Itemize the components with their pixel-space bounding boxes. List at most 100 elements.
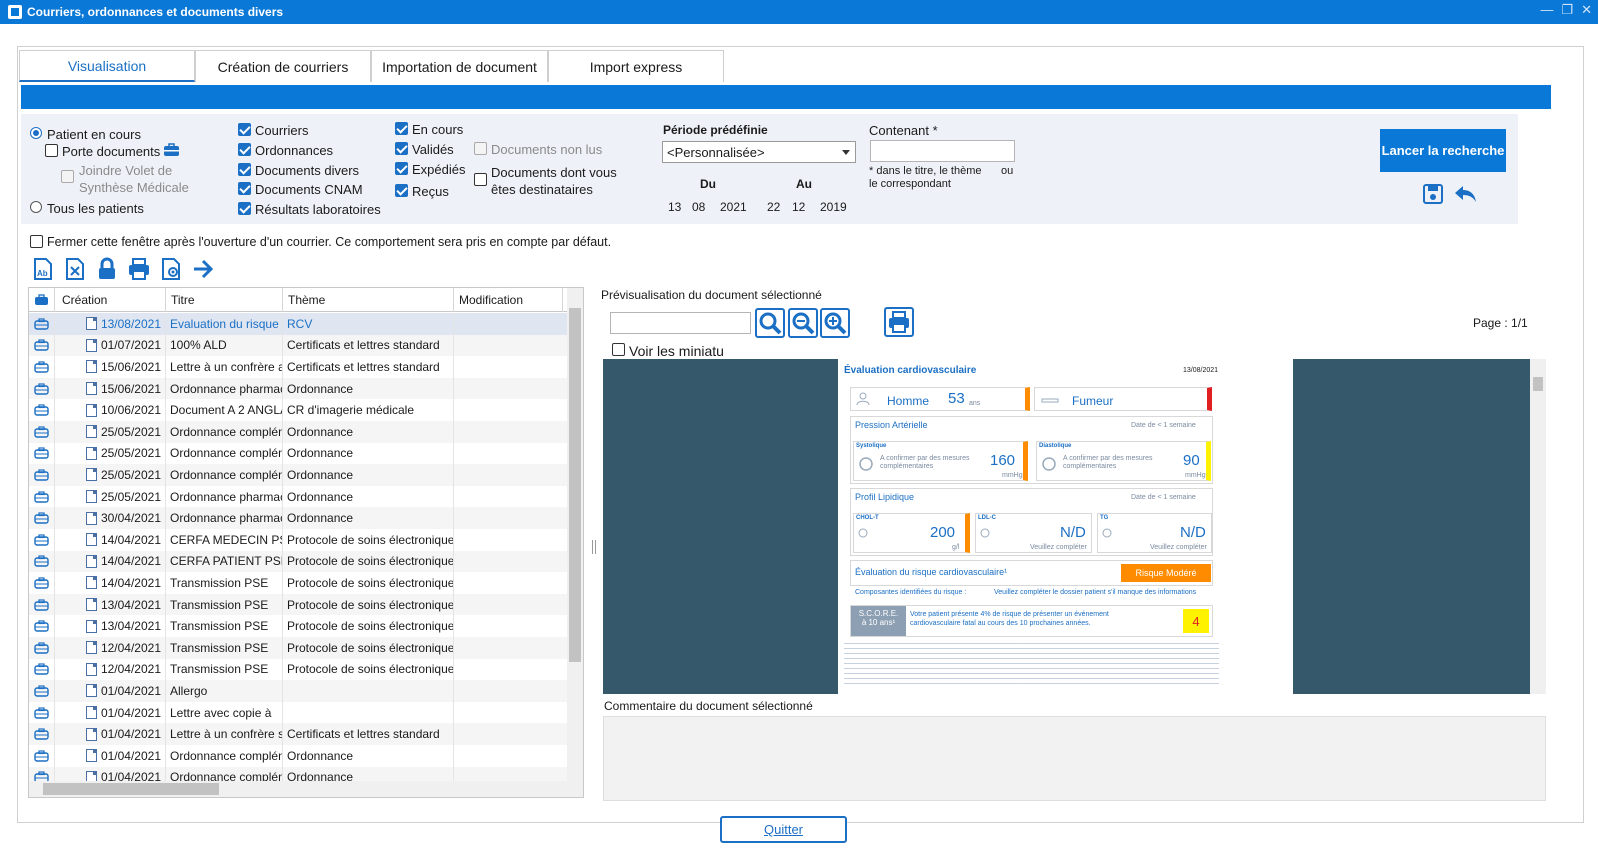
radio-all-patients[interactable] <box>30 201 42 216</box>
zoom-out-icon[interactable] <box>788 308 818 338</box>
table-row[interactable]: 30/04/2021 Ordonnance pharmace...Ordonnan… <box>29 507 569 529</box>
grid-vertical-scroll-thumb[interactable] <box>569 308 581 662</box>
briefcase-icon[interactable] <box>29 529 55 551</box>
preview-search-input[interactable] <box>610 312 751 334</box>
table-row[interactable]: 01/04/2021 Lettre avec copie à <box>29 701 569 724</box>
table-row[interactable]: 13/04/2021 Transmission PSE Protocole de s… <box>29 615 569 637</box>
period-select[interactable]: <Personnalisée> <box>662 141 856 163</box>
grid-horizontal-scrollbar[interactable] <box>29 781 583 797</box>
zoom-fit-icon[interactable] <box>755 308 785 338</box>
briefcase-icon[interactable] <box>29 442 55 465</box>
column-header-modification[interactable]: Modification <box>454 288 563 312</box>
table-row[interactable]: 01/07/2021 100% ALD Certificats et lettres… <box>29 334 569 357</box>
column-header-creation[interactable]: Création <box>57 288 166 312</box>
lock-icon[interactable] <box>95 257 119 281</box>
table-row[interactable]: 15/06/2021 Lettre à un confrère au...Cert… <box>29 356 569 378</box>
checkbox-recus[interactable] <box>395 184 408 200</box>
print-icon[interactable] <box>127 257 151 281</box>
briefcase-icon[interactable] <box>29 615 55 637</box>
tab-importation-document[interactable]: Importation de document <box>371 50 548 82</box>
undo-arrow-icon[interactable] <box>1453 183 1479 205</box>
minimize-icon[interactable]: — <box>1540 2 1553 18</box>
checkbox-expedies[interactable] <box>395 162 408 178</box>
grid-horizontal-scroll-thumb[interactable] <box>43 783 219 795</box>
table-row[interactable]: 12/04/2021 Transmission PSE Protocole de s… <box>29 658 569 681</box>
briefcase-icon[interactable] <box>29 550 55 573</box>
checkbox-joindre-volet[interactable] <box>61 170 74 186</box>
table-row[interactable]: 14/04/2021 Transmission PSE Protocole de s… <box>29 572 569 594</box>
radio-patient-current[interactable] <box>30 127 42 142</box>
checkbox-close-after-open[interactable] <box>30 235 43 251</box>
checkbox-en-cours[interactable] <box>395 122 408 138</box>
briefcase-icon[interactable] <box>29 421 55 443</box>
briefcase-icon[interactable] <box>29 334 55 357</box>
table-row[interactable]: 12/04/2021 Transmission PSE Protocole de s… <box>29 637 569 659</box>
table-row[interactable]: 25/05/2021 Ordonnance compléme...Ordonnan… <box>29 421 569 443</box>
briefcase-icon[interactable] <box>29 572 55 594</box>
briefcase-icon[interactable] <box>29 745 55 767</box>
briefcase-icon[interactable] <box>29 593 55 616</box>
preview-icon[interactable] <box>159 257 183 281</box>
briefcase-icon[interactable] <box>29 680 55 702</box>
checkbox-ordonnances[interactable] <box>238 143 251 159</box>
briefcase-icon[interactable] <box>29 313 55 335</box>
checkbox-destinataires[interactable] <box>474 173 487 189</box>
contenant-input[interactable] <box>870 140 1015 162</box>
checkbox-courriers[interactable] <box>238 123 251 139</box>
table-row[interactable]: 13/08/2021 Evaluation du risque c...RCV <box>29 313 569 335</box>
comment-textarea[interactable] <box>603 716 1546 801</box>
briefcase-icon[interactable] <box>163 143 180 157</box>
save-icon[interactable] <box>1422 183 1444 205</box>
table-row[interactable]: 15/06/2021 Ordonnance pharmace...Ordonnan… <box>29 377 569 400</box>
checkbox-resultats-labo[interactable] <box>238 202 251 218</box>
checkbox-documents-divers[interactable] <box>238 163 251 179</box>
briefcase-icon[interactable] <box>29 356 55 378</box>
column-header-theme[interactable]: Thème <box>283 288 454 312</box>
preview-scroll-thumb[interactable] <box>1533 377 1543 391</box>
table-row[interactable]: 25/05/2021 Ordonnance compléme...Ordonnan… <box>29 464 569 486</box>
du-year[interactable]: 2021 <box>720 200 747 214</box>
briefcase-icon[interactable] <box>29 377 55 400</box>
briefcase-icon[interactable] <box>29 485 55 508</box>
au-month[interactable]: 12 <box>792 200 805 214</box>
table-row[interactable]: 01/04/2021 Ordonnance compléme...Ordonnan… <box>29 745 569 767</box>
briefcase-icon[interactable] <box>29 658 55 681</box>
briefcase-icon[interactable] <box>29 701 55 724</box>
table-row[interactable]: 25/05/2021 Ordonnance compléme...Ordonnan… <box>29 442 569 465</box>
tab-visualisation[interactable]: Visualisation <box>19 50 195 82</box>
tab-creation-courriers[interactable]: Création de courriers <box>195 50 371 82</box>
checkbox-porte-documents[interactable] <box>45 144 58 160</box>
grid-vertical-scrollbar[interactable] <box>567 288 583 782</box>
checkbox-valides[interactable] <box>395 142 408 158</box>
preview-print-icon[interactable] <box>884 307 914 337</box>
search-button[interactable]: Lancer la recherche <box>1380 129 1506 172</box>
briefcase-icon[interactable] <box>29 464 55 486</box>
close-icon[interactable]: ✕ <box>1581 2 1592 18</box>
delete-document-icon[interactable] <box>63 257 87 281</box>
restore-icon[interactable]: ❐ <box>1561 2 1573 18</box>
table-row[interactable]: 01/04/2021 Lettre à un confrère sui...Cer… <box>29 723 569 745</box>
table-row[interactable]: 25/05/2021 Ordonnance pharmace...Ordonnan… <box>29 485 569 508</box>
arrow-right-icon[interactable] <box>191 257 215 281</box>
briefcase-icon[interactable] <box>29 637 55 659</box>
column-header-titre[interactable]: Titre <box>166 288 283 312</box>
briefcase-icon[interactable] <box>29 723 55 745</box>
table-row[interactable]: 14/04/2021 CERFA PATIENT PSE Protocole de … <box>29 550 569 573</box>
checkbox-non-lus[interactable] <box>474 142 487 158</box>
new-document-icon[interactable]: Ab <box>31 257 55 281</box>
briefcase-icon[interactable] <box>29 507 55 529</box>
table-row[interactable]: 14/04/2021 CERFA MEDECIN PSE Protocole de … <box>29 529 569 551</box>
briefcase-icon[interactable] <box>29 399 55 421</box>
checkbox-documents-cnam[interactable] <box>238 182 251 198</box>
preview-vertical-scrollbar[interactable] <box>1530 359 1546 694</box>
du-day[interactable]: 13 <box>668 200 681 214</box>
au-day[interactable]: 22 <box>767 200 780 214</box>
table-row[interactable]: 10/06/2021 Document A 2 ANGLAISCR d'image… <box>29 399 569 421</box>
au-year[interactable]: 2019 <box>820 200 847 214</box>
table-row[interactable]: 01/04/2021 Allergo <box>29 680 569 702</box>
zoom-in-icon[interactable] <box>820 308 850 338</box>
du-month[interactable]: 08 <box>692 200 705 214</box>
table-row[interactable]: 13/04/2021 Transmission PSE Protocole de s… <box>29 593 569 616</box>
splitter-handle[interactable] <box>592 540 596 554</box>
checkbox-thumbnails[interactable] <box>612 343 625 359</box>
